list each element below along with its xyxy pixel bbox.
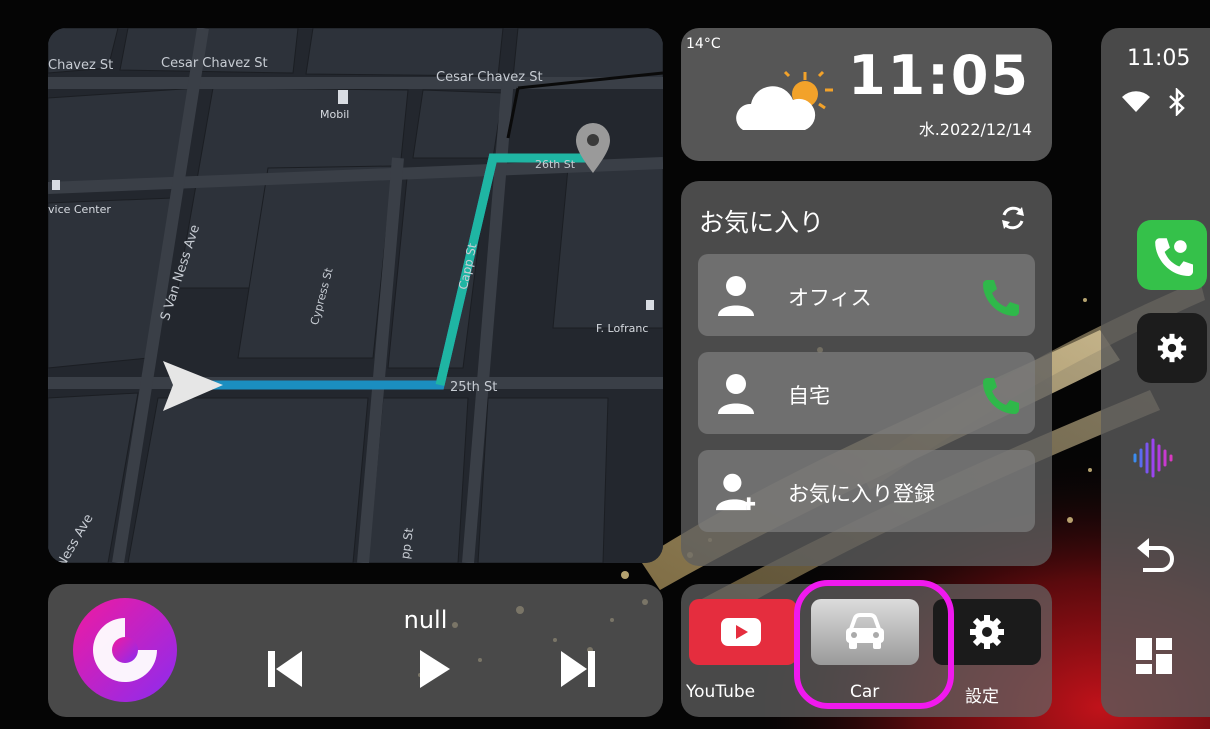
voice-assistant-icon[interactable] — [1131, 438, 1175, 478]
gear-icon — [970, 615, 1004, 649]
person-icon — [718, 374, 754, 414]
wifi-icon — [1122, 91, 1150, 112]
bluetooth-icon — [1169, 88, 1185, 116]
track-title: null — [403, 606, 448, 634]
previous-track-icon[interactable] — [260, 644, 310, 694]
app-label: YouTube — [686, 682, 756, 702]
favorites-title: お気に入り — [699, 208, 825, 237]
partly-cloudy-icon — [736, 70, 833, 130]
street-label: Cesar Chavez St — [161, 56, 268, 71]
street-label: 26th St — [535, 158, 576, 171]
clock-date: 水.2022/12/14 — [918, 120, 1032, 139]
next-track-icon[interactable] — [553, 644, 603, 694]
favorite-label: オフィス — [788, 286, 872, 310]
clock-time: 11:05 — [848, 44, 1030, 107]
favorite-label: お気に入り登録 — [788, 482, 935, 506]
map-canvas — [48, 28, 663, 563]
selection-highlight — [794, 580, 954, 709]
status-time: 11:05 — [1127, 46, 1191, 71]
temperature: 14°C — [686, 36, 721, 52]
street-label: Cesar Chavez St — [436, 70, 543, 85]
dashboard-icon[interactable] — [1134, 636, 1174, 676]
poi-label: Mobil — [320, 108, 350, 121]
person-icon — [718, 276, 754, 316]
phone-app-button[interactable] — [1137, 220, 1207, 290]
weather-clock-widget[interactable]: 14°C 11:05 水.2022/12/14 — [681, 28, 1052, 161]
refresh-icon[interactable] — [998, 203, 1028, 233]
fuel-station-icon — [338, 90, 348, 104]
play-icon[interactable] — [408, 644, 458, 694]
system-sidebar: 11:05 — [1101, 28, 1210, 717]
phone-icon — [1155, 238, 1193, 276]
app-label: 設定 — [965, 687, 999, 707]
street-label: 25th St — [450, 380, 498, 395]
favorites-widget: お気に入り オフィス 自宅 お気に入り登録 — [681, 181, 1052, 566]
settings-sidebar-button[interactable] — [1137, 313, 1207, 383]
poi-label: F. Lofranc — [596, 322, 649, 335]
favorite-item-office[interactable]: オフィス — [698, 254, 1035, 336]
add-favorite-item[interactable]: お気に入り登録 — [698, 450, 1035, 532]
gear-icon — [1157, 333, 1187, 363]
phone-icon[interactable] — [979, 276, 1019, 316]
youtube-icon — [721, 618, 761, 646]
media-player: null — [48, 584, 663, 717]
add-person-icon — [716, 473, 756, 511]
youtube-app-button[interactable] — [689, 599, 797, 665]
street-label: Chavez St — [48, 58, 114, 73]
back-icon[interactable] — [1135, 536, 1175, 576]
favorite-item-home[interactable]: 自宅 — [698, 352, 1035, 434]
navigation-map[interactable]: Chavez St Cesar Chavez St Cesar Chavez S… — [48, 28, 663, 563]
phone-icon[interactable] — [979, 374, 1019, 414]
favorite-label: 自宅 — [788, 384, 830, 408]
poi-label: vice Center — [48, 203, 111, 216]
